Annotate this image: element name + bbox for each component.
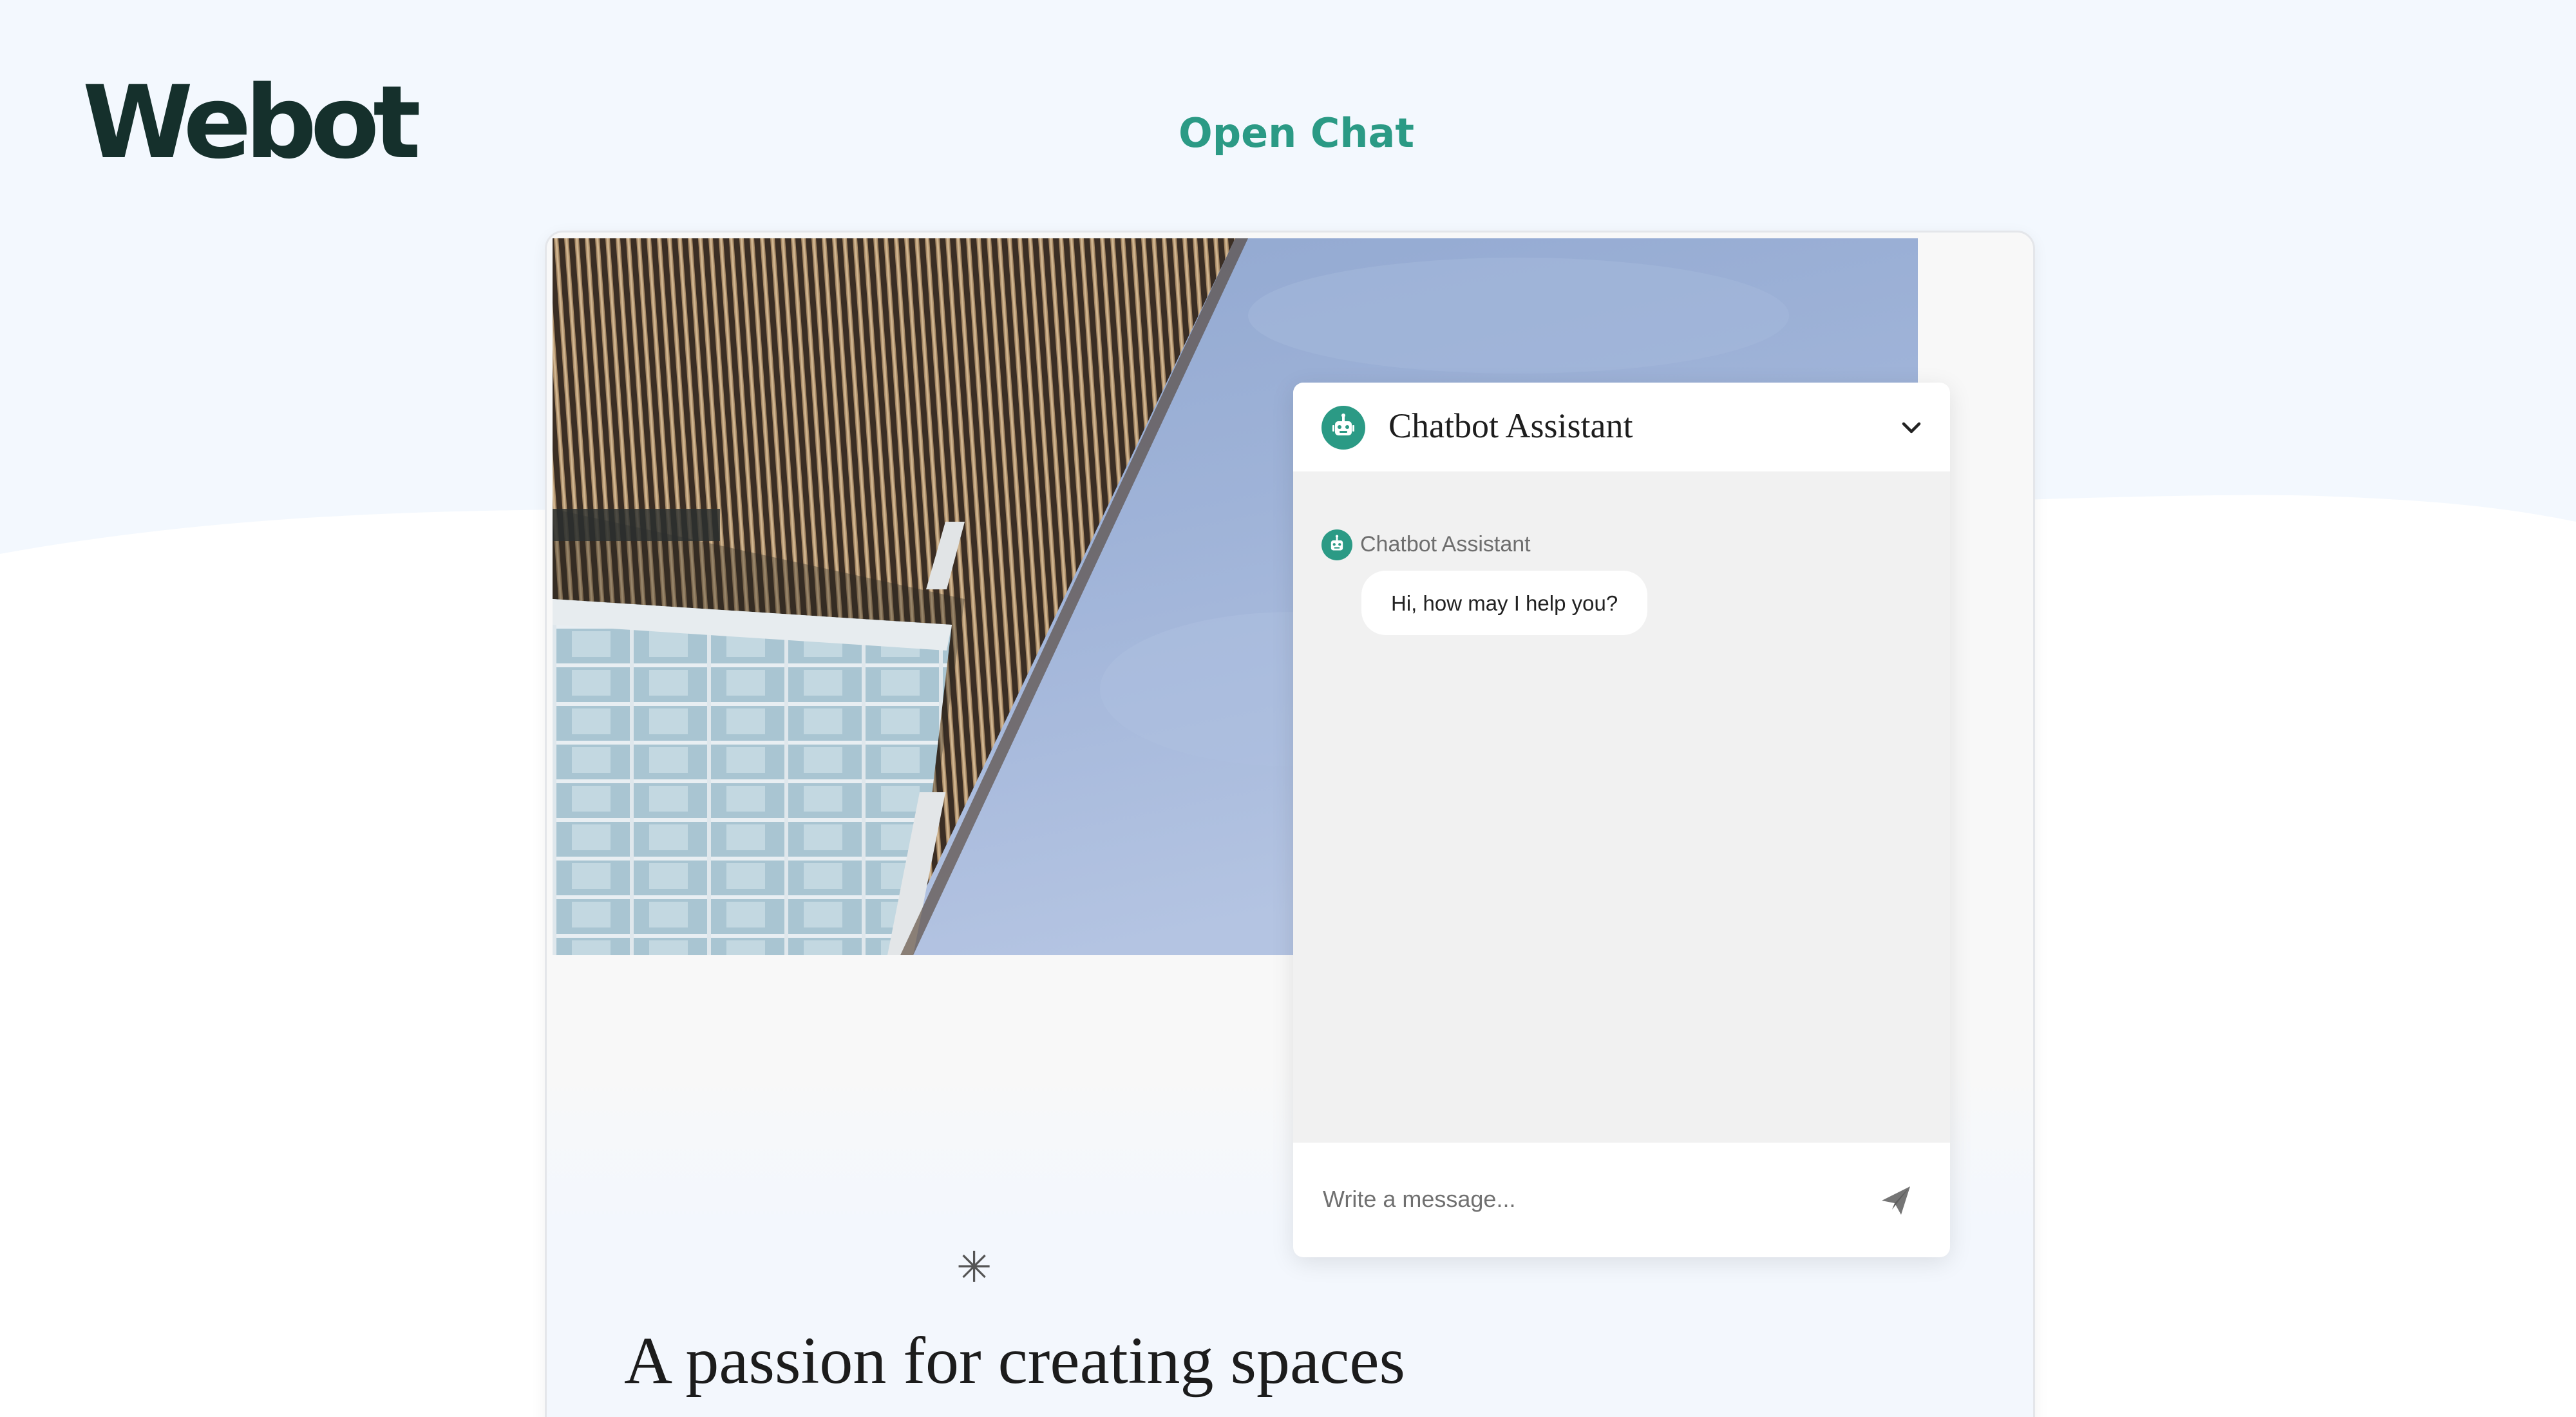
robot-icon: [1321, 406, 1365, 450]
chat-widget: Chatbot Assistant Chatbot Assistant Hi, …: [1293, 383, 1950, 1257]
robot-icon: [1321, 529, 1352, 560]
sender-name: Chatbot Assistant: [1360, 532, 1531, 556]
page-headline: A passion for creating spaces: [624, 1324, 1405, 1398]
message-composer: [1293, 1143, 1950, 1257]
decorative-asterisk-icon: ✳: [956, 1242, 992, 1292]
page: Webot Open Chat ✳ A passion for creating…: [0, 0, 2576, 1417]
open-chat-link[interactable]: Open Chat: [1179, 109, 1414, 157]
chat-header: Chatbot Assistant: [1293, 383, 1950, 471]
message-input[interactable]: [1321, 1176, 1852, 1222]
chevron-down-icon[interactable]: [1899, 415, 1924, 441]
paper-plane-icon[interactable]: [1873, 1177, 1918, 1222]
webot-logo[interactable]: Webot: [82, 72, 421, 173]
bot-message-bubble: Hi, how may I help you?: [1361, 571, 1648, 635]
chat-title: Chatbot Assistant: [1388, 406, 1633, 445]
